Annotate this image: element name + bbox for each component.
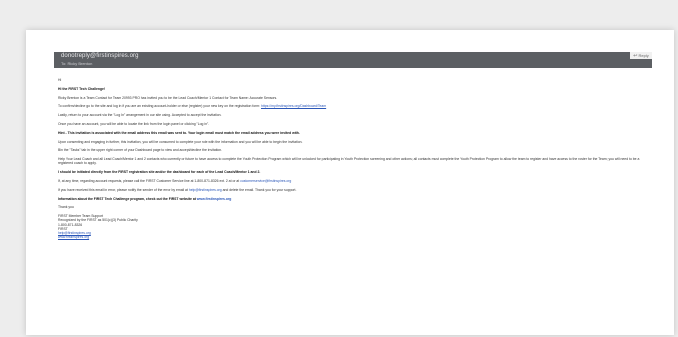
dashboard-link[interactable]: https://my.firstinspires.org/Dashboard/T… (261, 104, 326, 108)
sender-address: donotreply@firstinspires.org (61, 53, 139, 59)
paragraph-hint: Hint - This invitation is associated wit… (58, 130, 300, 135)
reply-arrow-icon: ↩ (633, 53, 638, 59)
paragraph: Once you have an account, you will be ab… (58, 121, 210, 126)
email-paragraphs: Hi Hi the FIRST Tech Challenge! Ricky Br… (58, 78, 648, 210)
paragraph: Hi (58, 78, 62, 82)
paragraph-greeting: Hi the FIRST Tech Challenge! (58, 86, 106, 91)
paragraph: Lastly, return to your account via the "… (58, 113, 222, 118)
paragraph: Upon consenting and engaging in further,… (58, 139, 303, 144)
paragraph-closing: Thank you (58, 205, 74, 210)
signature-block: FIRST Member Team Support Recognized by … (58, 214, 648, 239)
signature-website-link[interactable]: www.firstinspires.org (58, 235, 648, 239)
paragraph-support: If, at any time, regarding account reque… (58, 178, 292, 183)
recipient-line: To: Ricky Brenton (61, 61, 93, 66)
reply-label: Reply (638, 53, 649, 58)
paragraph-tasks: Bin the "Tasks" tab in the upper right c… (58, 148, 223, 153)
paragraph-initiation: I should be initiated directly from the … (58, 170, 261, 175)
email-preview-page: donotreply@firstinspires.org To: Ricky B… (26, 30, 674, 335)
customer-service-link[interactable]: customerservice@firstinspires.org (240, 179, 291, 183)
reply-button[interactable]: ↩Reply (630, 52, 652, 59)
paragraph-error: If you have received this email in error… (58, 187, 297, 192)
help-email-link[interactable]: help@firstinspires.org (189, 188, 222, 192)
paragraph-invite: Ricky Brenton is a Team Contact for Team… (58, 95, 278, 100)
paragraph-info: Information about the FIRST Tech Challen… (58, 196, 232, 201)
email-body: Hi Hi the FIRST Tech Challenge! Ricky Br… (58, 78, 648, 239)
paragraph-youth-protection: Help Your Lead Coach and all Lead Coach/… (58, 157, 640, 166)
website-link[interactable]: www.firstinspires.org (197, 197, 232, 201)
email-header-bar: donotreply@firstinspires.org To: Ricky B… (54, 52, 652, 68)
paragraph-confirm: To confirm/decline go to the site and lo… (58, 104, 327, 109)
